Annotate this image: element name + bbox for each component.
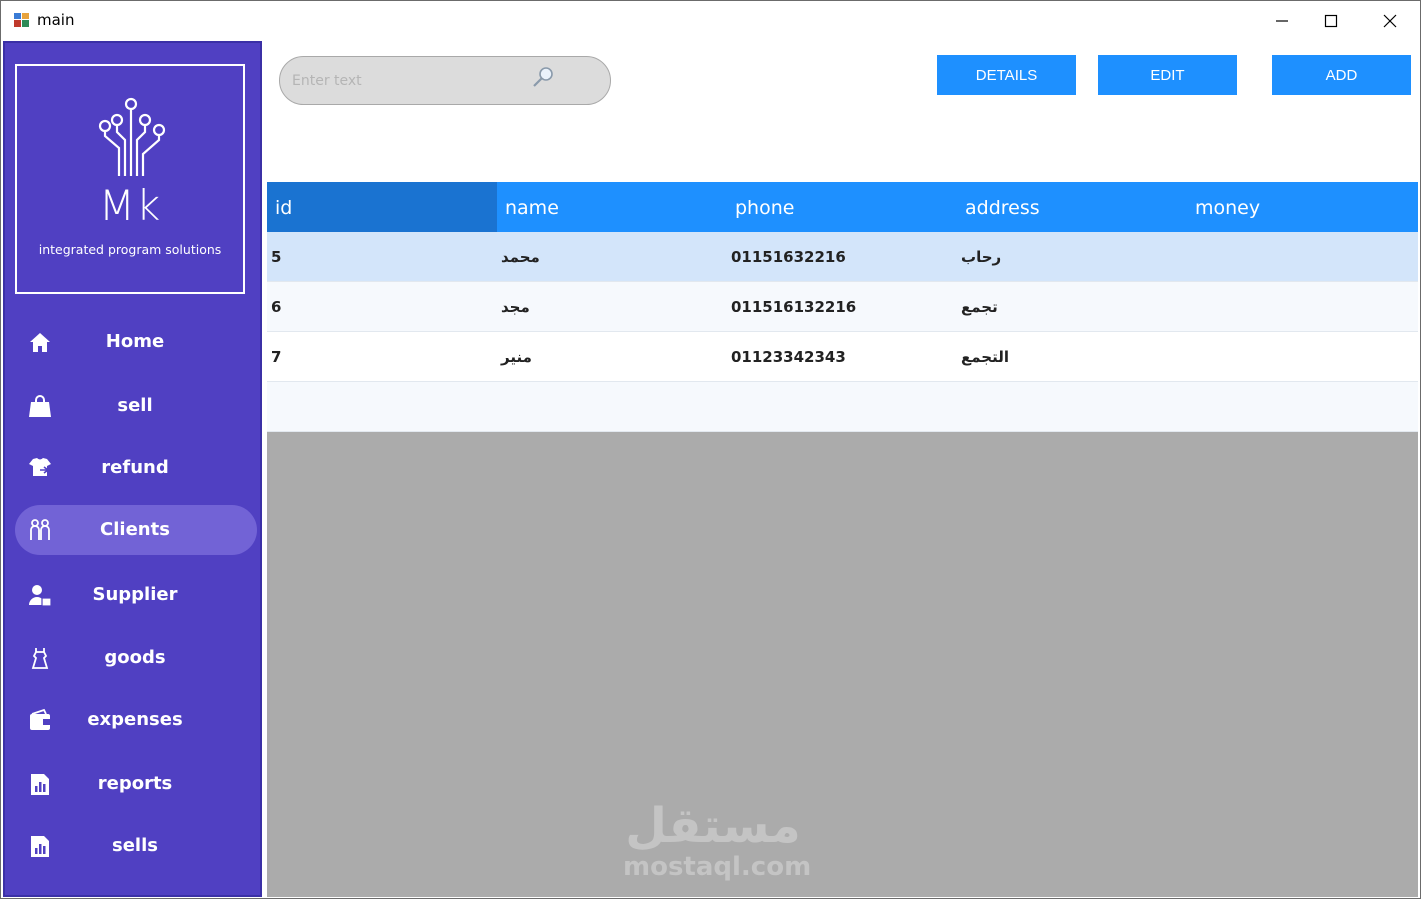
search-icon[interactable]: [531, 65, 555, 89]
wallet-icon: [30, 708, 50, 730]
cell-address: التجمع: [961, 348, 1010, 366]
column-header-money[interactable]: money: [1187, 182, 1418, 232]
supplier-icon: [29, 585, 52, 607]
cell-id: 6: [271, 298, 282, 316]
sidebar: Mk integrated program solutions Home sel…: [3, 41, 262, 897]
column-header-address[interactable]: address: [957, 182, 1187, 232]
sidebar-item-label: Clients: [100, 519, 170, 540]
sidebar-item-label: sells: [112, 835, 158, 856]
cell-address: تجمع: [961, 298, 998, 316]
sidebar-item-label: goods: [104, 647, 166, 668]
add-button[interactable]: ADD: [1272, 55, 1411, 95]
cell-id: 5: [271, 248, 282, 266]
details-button[interactable]: DETAILS: [937, 55, 1076, 95]
edit-button[interactable]: EDIT: [1098, 55, 1237, 95]
report-icon: [31, 836, 49, 857]
app-window: main Mk integrated program solutions Hom…: [0, 0, 1421, 899]
shopping-bag-icon: [29, 395, 51, 417]
sidebar-item-sell[interactable]: sell: [15, 381, 257, 431]
sidebar-item-label: refund: [101, 457, 169, 478]
column-header-phone[interactable]: phone: [727, 182, 957, 232]
cell-phone: 01151632216: [731, 248, 846, 266]
sidebar-item-label: sell: [117, 395, 153, 416]
watermark: مستقل mostaql.com: [623, 798, 812, 882]
cell-id: 7: [271, 348, 282, 366]
maximize-icon: [1324, 14, 1338, 28]
table-row[interactable]: 6 مجد 011516132216 تجمع: [267, 282, 1418, 332]
app-icon: [14, 13, 29, 27]
minimize-button[interactable]: [1259, 1, 1305, 41]
cell-money: [1187, 232, 1191, 282]
cell-money: [1187, 282, 1191, 332]
logo-mark: Mk: [98, 181, 162, 230]
cell-address: رحاب: [961, 248, 1002, 266]
table-row[interactable]: 5 محمد 01151632216 رحاب: [267, 232, 1418, 282]
sidebar-item-label: Home: [105, 331, 165, 352]
clients-icon: [30, 519, 50, 540]
circuit-logo-icon: [98, 97, 166, 176]
close-icon: [1383, 14, 1397, 28]
sidebar-item-label: reports: [97, 773, 173, 794]
watermark-latin: mostaql.com: [623, 852, 812, 882]
table-row[interactable]: 7 منير 01123342343 التجمع: [267, 332, 1418, 382]
watermark-arabic: مستقل: [625, 798, 801, 854]
search-box: [279, 56, 611, 105]
cell-money: [1187, 332, 1191, 382]
logo-tagline: integrated program solutions: [38, 242, 222, 257]
maximize-button[interactable]: [1308, 1, 1354, 41]
sidebar-item-refund[interactable]: refund: [15, 443, 257, 493]
goods-icon: [31, 648, 49, 669]
sidebar-item-reports[interactable]: reports: [15, 759, 257, 809]
title-bar: main: [1, 1, 1420, 41]
refund-icon: [29, 458, 51, 476]
table-header: id name phone address money: [267, 182, 1418, 232]
clients-table[interactable]: id name phone address money 5 محمد 01151…: [267, 182, 1418, 897]
report-icon: [31, 774, 49, 795]
sidebar-item-home[interactable]: Home: [15, 317, 257, 367]
sidebar-item-label: expenses: [87, 709, 183, 730]
sidebar-item-goods[interactable]: goods: [15, 633, 257, 683]
column-header-id[interactable]: id: [267, 182, 497, 232]
sidebar-item-sells[interactable]: sells: [15, 821, 257, 871]
home-icon: [30, 333, 50, 352]
cell-phone: 01123342343: [731, 348, 846, 366]
window-title: main: [37, 11, 75, 29]
cell-name: مجد: [501, 298, 530, 316]
close-button[interactable]: [1367, 1, 1413, 41]
cell-name: منير: [501, 348, 532, 366]
sidebar-item-expenses[interactable]: expenses: [15, 695, 257, 745]
search-input[interactable]: [292, 69, 532, 93]
table-row-new[interactable]: [267, 382, 1418, 432]
logo: Mk integrated program solutions: [15, 64, 245, 294]
minimize-icon: [1276, 20, 1288, 22]
sidebar-item-clients[interactable]: Clients: [15, 505, 257, 555]
column-header-name[interactable]: name: [497, 182, 727, 232]
sidebar-item-supplier[interactable]: Supplier: [15, 570, 257, 620]
sidebar-item-label: Supplier: [92, 584, 178, 605]
cell-name: محمد: [501, 248, 540, 266]
cell-phone: 011516132216: [731, 298, 857, 316]
